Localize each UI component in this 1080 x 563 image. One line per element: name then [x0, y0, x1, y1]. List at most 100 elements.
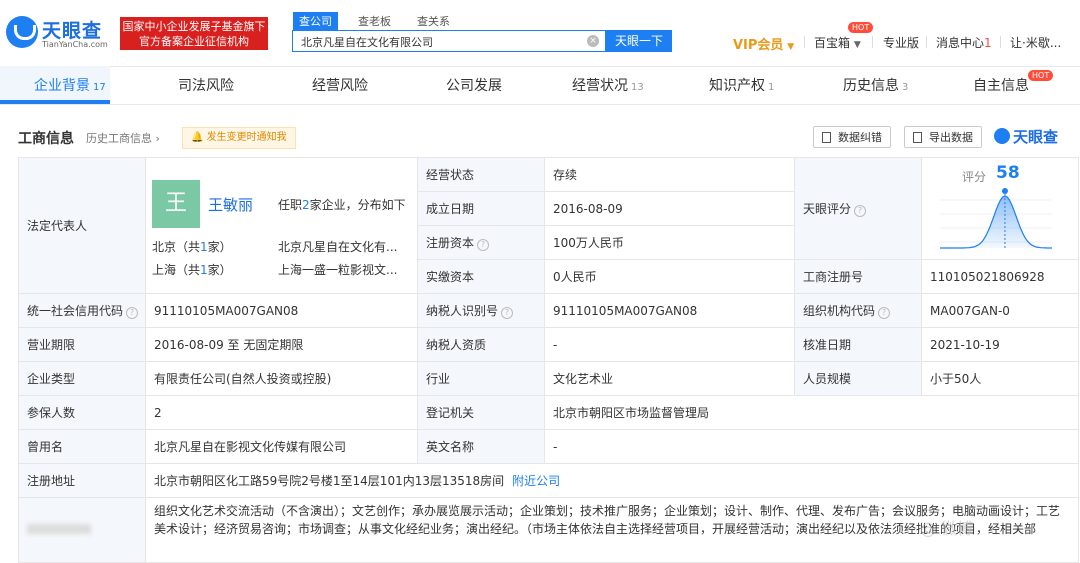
tax-id-value: 91110105MA007GAN08 — [544, 293, 795, 328]
logo[interactable]: 天眼查 TianYanCha.com — [6, 14, 116, 54]
company-link-2[interactable]: 上海一盛一粒影视文... — [278, 261, 406, 278]
pro-link[interactable]: 专业版 — [883, 34, 919, 51]
tab-operating-status[interactable]: 经营状况 13 — [572, 75, 644, 95]
industry-value: 文化艺术业 — [544, 361, 795, 396]
score-cell: 评分 58 — [921, 157, 1079, 260]
tab-label: 司法风险 — [178, 78, 234, 94]
capital-label-cell: 注册资本? — [417, 225, 545, 260]
message-count: 1 — [984, 36, 992, 50]
tab-label: 经营风险 — [312, 78, 368, 94]
summary-count: 2 — [302, 198, 310, 212]
message-center-label: 消息中心 — [936, 36, 985, 50]
badge-line-2: 官方备案企业征信机构 — [139, 35, 249, 48]
region-count: 1 — [200, 240, 208, 254]
scope-label — [18, 497, 146, 563]
legal-rep-summary: 任职2家企业，分布如下 — [278, 196, 406, 213]
company-link-1[interactable]: 北京凡星自在文化有... — [278, 238, 406, 255]
top-bar: 天眼查 TianYanCha.com 国家中小企业发展子基金旗下 官方备案企业征… — [0, 0, 1080, 67]
search-input[interactable] — [299, 32, 583, 52]
tab-count: 3 — [902, 82, 909, 93]
search-button[interactable]: 天眼一下 — [606, 30, 672, 52]
help-icon[interactable]: ? — [854, 205, 867, 217]
insured-value: 2 — [145, 395, 418, 430]
org-code-label: 组织机构代码 — [803, 304, 876, 318]
tab-enterprise-background[interactable]: 企业背景 17 — [34, 75, 106, 95]
tab-bar: 企业背景 17 司法风险 经营风险 公司发展 经营状况 13 知识产权 1 历史信息 3… — [0, 66, 1080, 105]
insured-label: 参保人数 — [18, 395, 146, 430]
notify-label: 发生变更时通知我 — [206, 132, 287, 143]
staff-size-value: 小于50人 — [921, 361, 1079, 396]
help-icon[interactable]: ? — [477, 239, 490, 251]
tax-id-label: 纳税人识别号 — [426, 304, 499, 318]
term-value: 2016-08-09 至 无固定期限 — [145, 327, 418, 362]
score-curve-chart — [940, 188, 1052, 249]
search-tab-boss[interactable]: 查老板 — [352, 12, 397, 30]
former-name-label: 曾用名 — [18, 429, 146, 464]
staff-size-label: 人员规模 — [794, 361, 922, 396]
org-code-value: MA007GAN-0 — [921, 293, 1079, 328]
data-correct-label: 数据纠错 — [838, 131, 882, 144]
blurred-label — [27, 524, 91, 534]
region-suffix: 家） — [207, 263, 232, 277]
credit-code-label-cell: 统一社会信用代码? — [18, 293, 146, 328]
legal-rep-cell: 王 王敏丽 任职2家企业，分布如下 北京（共1家） 北京凡星自在文化有... 上… — [145, 157, 418, 294]
vip-menu[interactable]: VIP会员 ▼ — [733, 34, 794, 53]
industry-label: 行业 — [417, 361, 545, 396]
approve-date-value: 2021-10-19 — [921, 327, 1079, 362]
score-label-cell: 天眼评分? — [794, 157, 922, 260]
search-tab-relation[interactable]: 查关系 — [411, 12, 456, 30]
reg-authority-value: 北京市朝阳区市场监督管理局 — [544, 395, 1079, 430]
search-box: × — [292, 30, 606, 52]
reg-no-label: 工商注册号 — [794, 259, 922, 294]
score-label: 天眼评分 — [803, 202, 852, 216]
official-badge[interactable]: 国家中小企业发展子基金旗下 官方备案企业征信机构 — [120, 17, 268, 50]
help-icon[interactable]: ? — [126, 307, 139, 319]
active-tab-indicator — [0, 100, 110, 104]
tab-intellectual-property[interactable]: 知识产权 1 — [709, 75, 774, 95]
tab-label: 企业背景 — [34, 78, 90, 94]
legal-rep-name[interactable]: 王敏丽 — [208, 194, 253, 215]
divider — [804, 36, 805, 48]
tab-history-info[interactable]: 历史信息 3 — [843, 75, 908, 95]
company-type-label: 企业类型 — [18, 361, 146, 396]
region-count: 1 — [200, 263, 208, 277]
user-menu[interactable]: 让·米歇... — [1010, 34, 1061, 51]
avatar[interactable]: 王 — [152, 180, 200, 228]
paid-capital-value: 0人民币 — [544, 259, 795, 294]
tab-judicial-risk[interactable]: 司法风险 — [178, 75, 234, 95]
legal-rep-label: 法定代表人 — [18, 157, 146, 294]
hot-badge: HOT — [1028, 70, 1054, 81]
company-type-value: 有限责任公司(自然人投资或控股) — [145, 361, 418, 396]
search-tab-company[interactable]: 查公司 — [293, 12, 338, 30]
former-name-value: 北京凡星自在影视文化传媒有限公司 — [145, 429, 418, 464]
divider — [1000, 36, 1001, 48]
toolbox-menu[interactable]: 百宝箱 ▼ — [814, 34, 861, 51]
tab-operation-risk[interactable]: 经营风险 — [312, 75, 368, 95]
tax-id-label-cell: 纳税人识别号? — [417, 293, 545, 328]
capital-value: 100万人民币 — [544, 225, 795, 260]
nearby-companies-link[interactable]: 附近公司 — [512, 474, 560, 488]
message-center-link[interactable]: 消息中心1 — [936, 34, 992, 51]
tab-company-development[interactable]: 公司发展 — [446, 75, 502, 95]
region-beijing: 北京（共1家） — [152, 238, 232, 255]
score-curve-area — [940, 196, 1052, 248]
caret-down-icon: ▼ — [853, 40, 861, 50]
caret-down-icon: ▼ — [787, 42, 795, 52]
search-tabs: 查公司 查老板 查关系 — [293, 12, 470, 30]
export-button[interactable]: 导出数据 — [904, 126, 982, 148]
history-link[interactable]: 历史工商信息 › — [86, 130, 160, 146]
watermark: @ 微博 — [920, 519, 974, 538]
score-value: 58 — [996, 163, 1020, 183]
logo-icon — [6, 16, 38, 48]
data-correct-button[interactable]: 数据纠错 — [813, 126, 891, 148]
help-icon[interactable]: ? — [878, 307, 891, 319]
help-icon[interactable]: ? — [501, 307, 514, 319]
tab-self-info[interactable]: 自主信息 — [973, 75, 1029, 95]
region-name: 北京（共 — [152, 240, 201, 254]
found-date-label: 成立日期 — [417, 191, 545, 226]
summary-prefix: 任职 — [278, 198, 303, 212]
divider — [926, 36, 927, 48]
tab-label: 知识产权 — [709, 78, 765, 94]
notify-button[interactable]: 🔔 发生变更时通知我 — [182, 127, 296, 149]
clear-icon[interactable]: × — [587, 35, 599, 47]
